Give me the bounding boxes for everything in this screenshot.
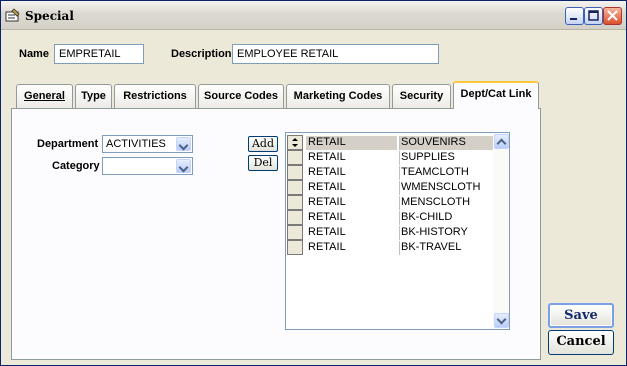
dept-cell: RETAIL bbox=[308, 151, 346, 163]
close-button[interactable] bbox=[603, 7, 622, 25]
name-field[interactable]: EMPRETAIL bbox=[54, 44, 144, 64]
row-selector[interactable] bbox=[287, 180, 303, 195]
category-select[interactable] bbox=[102, 157, 193, 175]
list-row[interactable]: RETAIL SUPPLIES bbox=[287, 150, 493, 165]
row-selector[interactable] bbox=[287, 210, 303, 225]
cat-cell: BK-TRAVEL bbox=[399, 241, 493, 255]
tab-marketing-codes[interactable]: Marketing Codes bbox=[286, 84, 390, 108]
cat-cell: BK-HISTORY bbox=[399, 226, 493, 240]
dept-cell: RETAIL bbox=[308, 241, 346, 253]
tab-security-label: Security bbox=[399, 90, 444, 102]
minimize-icon bbox=[570, 18, 577, 20]
tab-type[interactable]: Type bbox=[75, 84, 112, 108]
department-value: ACTIVITIES bbox=[106, 138, 166, 150]
row-selector[interactable] bbox=[287, 150, 303, 165]
list-row[interactable]: RETAIL BK-CHILD bbox=[287, 210, 493, 225]
chevron-down-icon[interactable] bbox=[176, 159, 191, 173]
cat-cell: MENSCLOTH bbox=[399, 196, 493, 210]
category-label: Category bbox=[52, 160, 100, 172]
cat-cell: SUPPLIES bbox=[399, 151, 493, 165]
cancel-button[interactable]: Cancel bbox=[548, 330, 614, 355]
tab-restrictions[interactable]: Restrictions bbox=[114, 84, 196, 108]
tab-source-codes-label: Source Codes bbox=[204, 90, 278, 102]
tab-restrictions-label: Restrictions bbox=[123, 90, 187, 102]
title-bar[interactable]: Special bbox=[1, 1, 626, 30]
department-select[interactable]: ACTIVITIES bbox=[102, 135, 193, 153]
sort-arrows-icon bbox=[292, 138, 298, 147]
maximize-icon bbox=[588, 10, 599, 21]
tab-security[interactable]: Security bbox=[392, 84, 451, 108]
tab-marketing-codes-label: Marketing Codes bbox=[293, 90, 383, 102]
list-row[interactable]: RETAIL TEAMCLOTH bbox=[287, 165, 493, 180]
description-field[interactable]: EMPLOYEE RETAIL bbox=[232, 44, 439, 64]
tab-source-codes[interactable]: Source Codes bbox=[198, 84, 284, 108]
special-app-icon bbox=[5, 8, 20, 22]
cat-cell: TEAMCLOTH bbox=[399, 166, 493, 180]
department-label: Department bbox=[37, 138, 99, 150]
dept-cat-list[interactable]: RETAIL SOUVENIRS RETAIL SUPPLIES RETAIL … bbox=[285, 132, 510, 330]
dept-cell: RETAIL bbox=[308, 226, 346, 238]
window-client: Name EMPRETAIL Description EMPLOYEE RETA… bbox=[3, 32, 624, 365]
cat-cell: WMENSCLOTH bbox=[399, 181, 493, 195]
special-window: Special Name EMPRETAIL Description EMPLO… bbox=[0, 0, 627, 366]
row-selector[interactable] bbox=[287, 225, 303, 240]
dept-cell: RETAIL bbox=[308, 196, 346, 208]
list-row[interactable]: RETAIL BK-HISTORY bbox=[287, 225, 493, 240]
description-label: Description bbox=[171, 48, 232, 60]
maximize-button[interactable] bbox=[584, 7, 603, 25]
list-row[interactable]: RETAIL SOUVENIRS bbox=[287, 135, 493, 150]
row-selector[interactable] bbox=[287, 135, 303, 150]
window-title: Special bbox=[25, 9, 74, 23]
tab-type-label: Type bbox=[81, 90, 106, 102]
cat-cell: BK-CHILD bbox=[399, 211, 493, 225]
tab-dept-cat-link-label: Dept/Cat Link bbox=[460, 88, 532, 100]
dept-cell: RETAIL bbox=[306, 136, 397, 150]
del-button[interactable]: Del bbox=[248, 155, 278, 171]
add-button[interactable]: Add bbox=[248, 136, 278, 152]
list-row[interactable]: RETAIL BK-TRAVEL bbox=[287, 240, 493, 255]
name-label: Name bbox=[19, 48, 49, 60]
dept-cell: RETAIL bbox=[308, 166, 346, 178]
save-button[interactable]: Save bbox=[548, 303, 614, 328]
chevron-down-icon[interactable] bbox=[176, 137, 191, 151]
dept-cell: RETAIL bbox=[308, 211, 346, 223]
list-row[interactable]: RETAIL MENSCLOTH bbox=[287, 195, 493, 210]
tab-dept-cat-link[interactable]: Dept/Cat Link bbox=[453, 81, 539, 109]
close-icon bbox=[607, 10, 618, 21]
tab-general[interactable]: General bbox=[16, 84, 73, 108]
row-selector[interactable] bbox=[287, 195, 303, 210]
list-row[interactable]: RETAIL WMENSCLOTH bbox=[287, 180, 493, 195]
tab-general-label: General bbox=[24, 90, 65, 102]
dept-cell: RETAIL bbox=[308, 181, 346, 193]
row-selector[interactable] bbox=[287, 165, 303, 180]
scroll-down-icon[interactable] bbox=[494, 313, 509, 328]
minimize-button[interactable] bbox=[565, 7, 584, 25]
cat-cell: SOUVENIRS bbox=[399, 136, 493, 150]
scroll-up-icon[interactable] bbox=[494, 134, 509, 149]
row-selector[interactable] bbox=[287, 240, 303, 255]
vertical-scrollbar[interactable] bbox=[493, 133, 509, 329]
